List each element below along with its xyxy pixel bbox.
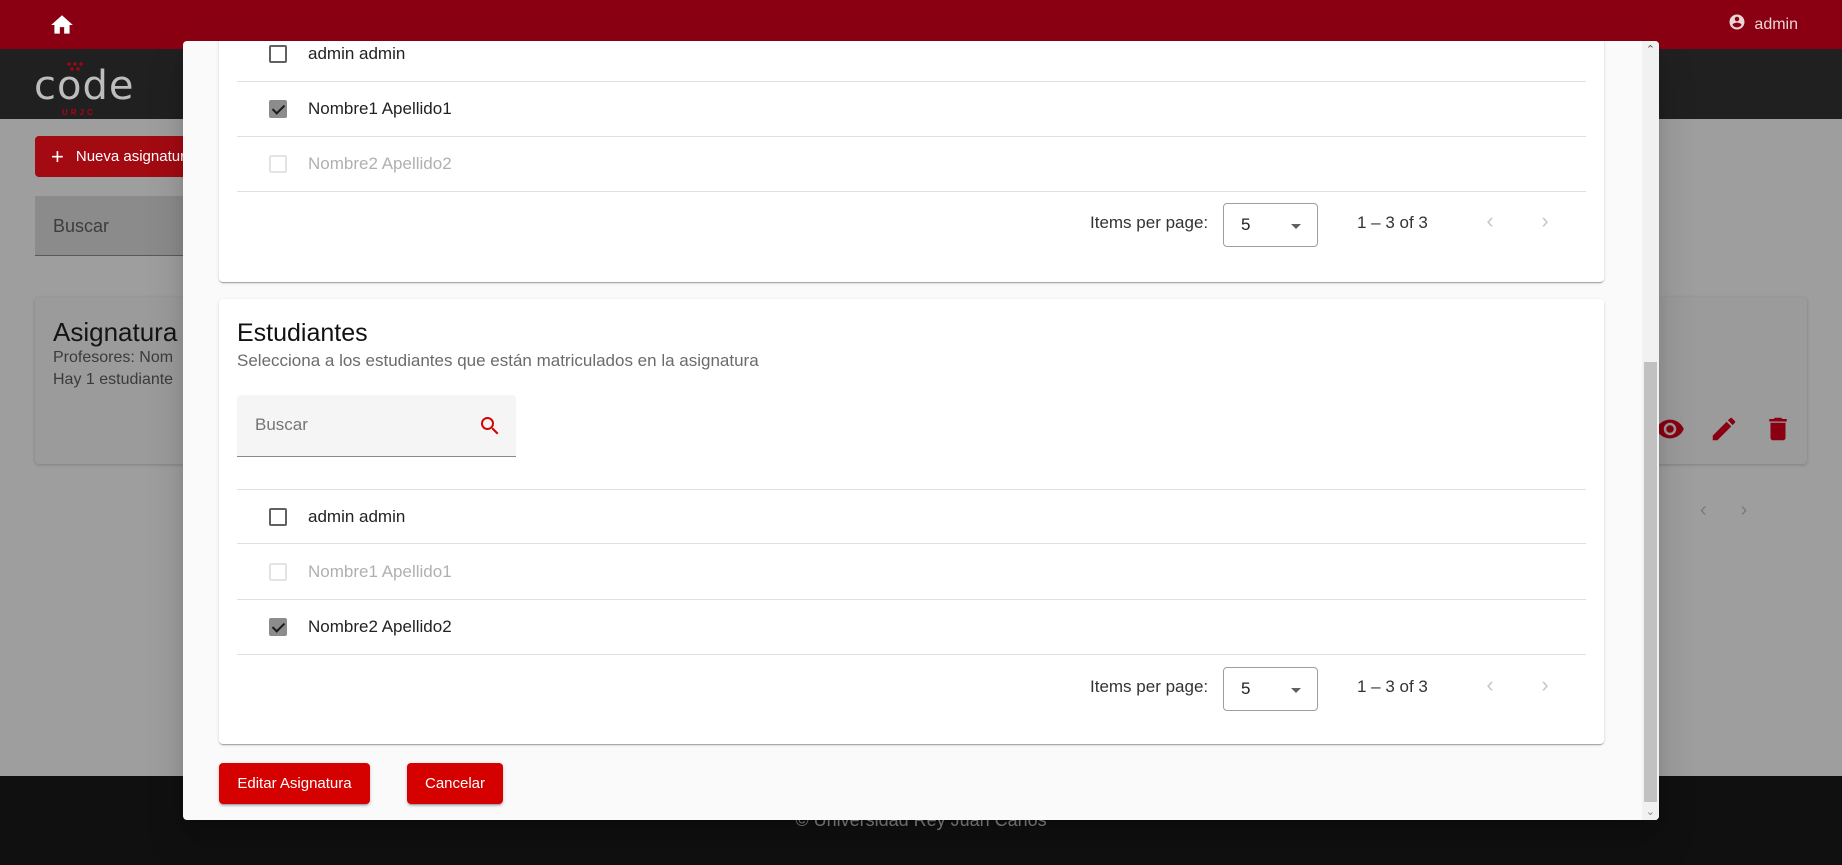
new-subject-label: Nueva asignatura <box>75 148 194 165</box>
scrollbar-thumb[interactable] <box>1644 362 1657 802</box>
page-size-value: 5 <box>1241 679 1251 698</box>
dialog-scrollbar[interactable]: ⌃ ⌄ <box>1642 41 1659 820</box>
teacher-name: Nombre1 Apellido1 <box>308 99 452 118</box>
dropdown-arrow-icon <box>1291 224 1301 229</box>
previous-page-icon[interactable]: ‹ <box>1480 674 1500 697</box>
plus-icon: + <box>51 143 64 169</box>
next-page-icon[interactable]: › <box>1535 210 1555 233</box>
teacher-name: Nombre2 Apellido2 <box>308 154 452 173</box>
student-checkbox[interactable] <box>269 618 287 636</box>
teacher-checkbox[interactable] <box>269 100 287 118</box>
page-search-placeholder: Buscar <box>53 216 110 236</box>
view-icon[interactable] <box>1655 414 1685 444</box>
teacher-row[interactable]: Nombre1 Apellido1 <box>237 82 1586 137</box>
user-name: admin <box>1754 15 1798 33</box>
student-name: Nombre1 Apellido1 <box>308 562 452 581</box>
subject-students-count: Hay 1 estudiante <box>53 371 174 388</box>
logo-sub: URJC <box>62 108 96 117</box>
students-card: Estudiantes Selecciona a los estudiantes… <box>219 299 1604 744</box>
page-next-icon[interactable]: › <box>1741 499 1748 522</box>
home-icon[interactable] <box>48 12 76 38</box>
items-per-page-label: Items per page: <box>1090 213 1209 232</box>
student-name: Nombre2 Apellido2 <box>308 617 452 636</box>
page-size-select[interactable]: 5 <box>1223 667 1318 711</box>
students-search-input[interactable] <box>255 415 455 435</box>
subject-teachers: Profesores: Nom <box>53 349 174 366</box>
dropdown-arrow-icon <box>1291 688 1301 693</box>
user-menu[interactable]: admin <box>1728 13 1798 36</box>
scroll-up-icon[interactable]: ⌃ <box>1646 43 1655 56</box>
page-size-select[interactable]: 5 <box>1223 203 1318 247</box>
student-row[interactable]: admin admin <box>237 489 1586 544</box>
cancel-button[interactable]: Cancelar <box>407 763 503 804</box>
student-checkbox <box>269 563 287 581</box>
student-name: admin admin <box>308 506 406 526</box>
delete-icon[interactable] <box>1763 414 1793 444</box>
edit-subject-button[interactable]: Editar Asignatura <box>219 763 370 804</box>
code-urjc-logo[interactable]: code URJC <box>34 59 133 117</box>
teachers-card: admin admin Nombre1 Apellido1 Nombre2 Ap… <box>219 41 1604 282</box>
subject-actions <box>1655 414 1793 444</box>
teacher-name: admin admin <box>308 44 406 63</box>
account-circle-icon <box>1728 13 1746 36</box>
student-row: Nombre1 Apellido1 <box>237 545 1586 600</box>
page-size-value: 5 <box>1241 215 1251 234</box>
students-paginator: Items per page: 5 1 – 3 of 3 ‹ › <box>219 657 1604 717</box>
teacher-checkbox <box>269 155 287 173</box>
previous-page-icon[interactable]: ‹ <box>1480 210 1500 233</box>
students-title: Estudiantes <box>237 319 368 347</box>
students-subtitle: Selecciona a los estudiantes que están m… <box>237 351 759 370</box>
logo-word: code <box>34 63 135 109</box>
student-row[interactable]: Nombre2 Apellido2 <box>237 600 1586 655</box>
teacher-row: Nombre2 Apellido2 <box>237 137 1586 192</box>
scroll-down-icon[interactable]: ⌄ <box>1646 805 1655 818</box>
search-icon[interactable] <box>478 414 502 438</box>
teacher-checkbox[interactable] <box>269 45 287 63</box>
students-search-field[interactable] <box>237 395 516 457</box>
subject-title: Asignatura <box>53 317 178 347</box>
teachers-paginator: Items per page: 5 1 – 3 of 3 ‹ › <box>219 193 1604 253</box>
edit-icon[interactable] <box>1709 414 1739 444</box>
items-per-page-label: Items per page: <box>1090 677 1209 696</box>
page-paginator: ‹ › <box>1700 499 1747 522</box>
edit-subject-dialog: admin admin Nombre1 Apellido1 Nombre2 Ap… <box>183 41 1659 820</box>
teacher-row[interactable]: admin admin <box>237 41 1586 82</box>
page-range: 1 – 3 of 3 <box>1357 677 1428 696</box>
page-range: 1 – 3 of 3 <box>1357 213 1428 232</box>
next-page-icon[interactable]: › <box>1535 674 1555 697</box>
student-checkbox[interactable] <box>269 507 287 526</box>
page-prev-icon[interactable]: ‹ <box>1700 499 1707 522</box>
